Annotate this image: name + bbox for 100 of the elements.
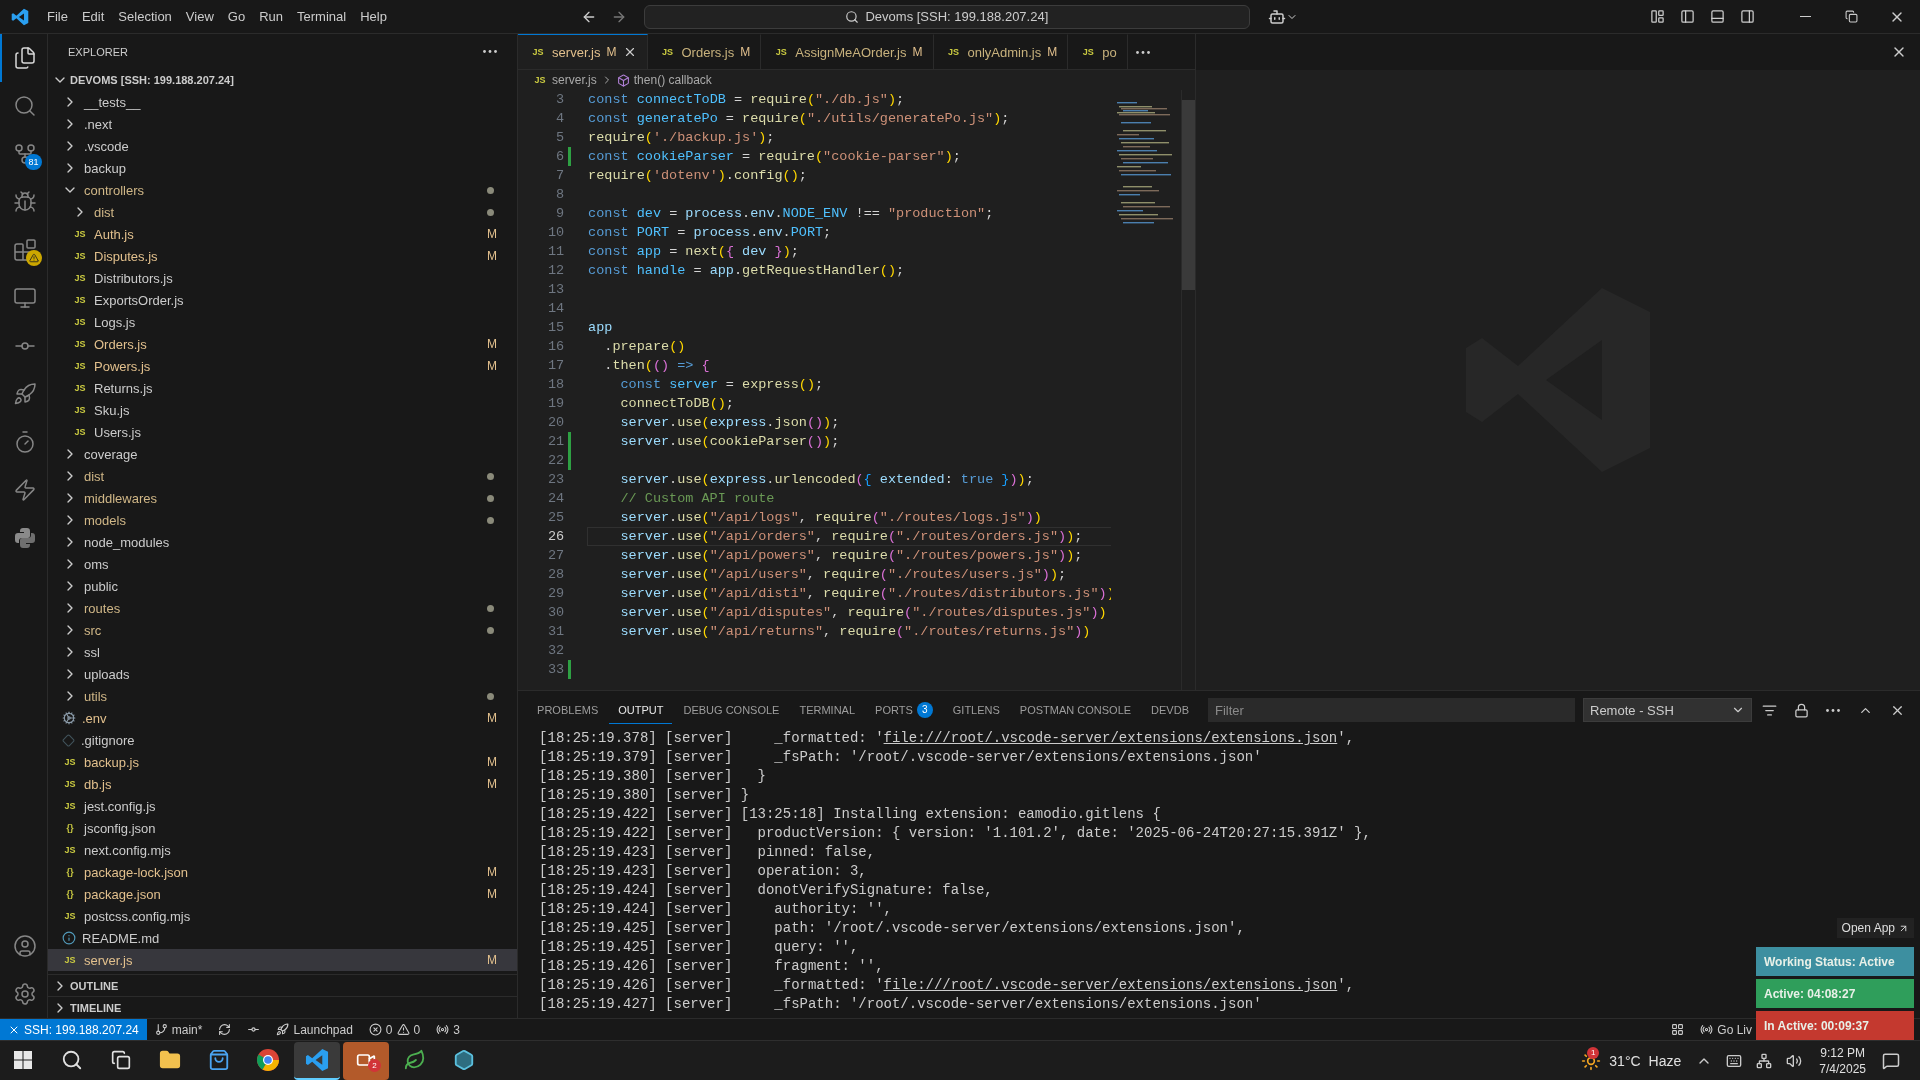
file-type-icon: JS	[72, 339, 88, 349]
taskbar-button[interactable]: 2	[343, 1041, 389, 1080]
layout-icon	[1649, 9, 1665, 24]
panel-tab[interactable]: PORTS 3	[866, 696, 942, 724]
output-line: [18:25:19.426] [server] fragment: '',	[539, 957, 884, 976]
panel-tab[interactable]: TERMINAL	[790, 696, 865, 724]
tree-file-entry[interactable]: JS postcss.config.mjs	[48, 905, 518, 927]
changes-dot	[487, 516, 495, 524]
menu-item[interactable]: View	[178, 5, 221, 28]
tree-folder-entry[interactable]: .vscode	[48, 135, 518, 157]
tree-file-entry[interactable]: JS backup.js M	[48, 751, 518, 773]
file-type-icon: JS	[1080, 47, 1097, 57]
panel-tab[interactable]: OUTPUT	[609, 696, 673, 724]
problems-indicator[interactable]: 0 0	[360, 1018, 429, 1041]
menu-item[interactable]: Go	[220, 5, 253, 28]
tree-file-entry[interactable]: JS Users.js	[48, 421, 518, 443]
tree-folder-entry[interactable]: coverage	[48, 443, 518, 465]
panel-tab[interactable]: DEBUG CONSOLE	[674, 696, 789, 724]
modified-mark: M	[487, 337, 498, 351]
file-name: jsconfig.json	[84, 820, 157, 836]
tree-folder-entry[interactable]: dist	[48, 201, 518, 223]
tree-file-entry[interactable]: README.md	[48, 927, 518, 949]
tree-folder-entry[interactable]: node_modules	[48, 531, 518, 553]
scrollbar-thumb[interactable]	[1182, 100, 1196, 290]
tree-folder-entry[interactable]: __tests__	[48, 91, 518, 113]
line-number: 30	[546, 605, 565, 620]
tree-folder-entry[interactable]: src	[48, 619, 518, 641]
remote-indicator[interactable]: SSH: 199.188.207.24	[0, 1018, 147, 1041]
panel-tab[interactable]: PROBLEMS	[528, 696, 608, 724]
channel-dropdown[interactable]: Remote - SSH	[1583, 698, 1752, 722]
breadcrumb-item[interactable]: then() callback	[633, 73, 712, 87]
ports-indicator[interactable]: 3	[428, 1018, 468, 1041]
editor-tab[interactable]: JS server.js M	[518, 34, 648, 69]
modified-mark: M	[487, 755, 498, 769]
output-line: [18:25:19.423] [server] operation: 3,	[539, 862, 867, 881]
tree-file-entry[interactable]: JS db.js M	[48, 773, 518, 795]
branch-indicator[interactable]: main*	[146, 1018, 211, 1041]
command-center[interactable]: Devoms [SSH: 199.188.207.24]	[643, 4, 1250, 29]
tree-folder-entry[interactable]: uploads	[48, 663, 518, 685]
menu-item[interactable]: File	[40, 5, 75, 28]
tree-folder-entry[interactable]: routes	[48, 597, 518, 619]
tree-file-entry[interactable]: .env M	[48, 707, 518, 729]
tree-file-entry[interactable]: JS Auth.js M	[48, 223, 518, 245]
tree-folder-entry[interactable]: dist	[48, 465, 518, 487]
open-app-button[interactable]: Open App	[1836, 918, 1914, 938]
section-header[interactable]: OUTLINE	[48, 974, 518, 996]
tree-folder-entry[interactable]: controllers	[48, 179, 518, 201]
menu-item[interactable]: Selection	[111, 5, 179, 28]
folder-name: ssl	[84, 644, 101, 660]
file-link[interactable]: file:///root/.vscode-server/extensions/extensions.json	[883, 977, 1338, 993]
panel-tab[interactable]: GITLENS	[943, 696, 1009, 724]
modified-mark: M	[912, 45, 923, 59]
breadcrumb-item[interactable]: server.js	[552, 73, 597, 87]
tree-folder-entry[interactable]: ssl	[48, 641, 518, 663]
app-logo-icon	[11, 7, 29, 26]
output-line: [18:25:19.422] [server] [13:25:18] Installing extension: eamodio.gitlens {	[539, 805, 1161, 824]
workspace-header[interactable]: DEVOMS [SSH: 199.188.207.24]	[48, 69, 518, 91]
tree-file-entry[interactable]: JS Sku.js	[48, 399, 518, 421]
tree-file-entry[interactable]: JS Logs.js	[48, 311, 518, 333]
tree-file-entry[interactable]: {} package.json M	[48, 883, 518, 905]
menu-item[interactable]: Terminal	[290, 5, 354, 28]
tree-file-entry[interactable]: JS Returns.js	[48, 377, 518, 399]
taskbar-button[interactable]	[294, 1041, 340, 1080]
tree-file-entry[interactable]: JS Distributors.js	[48, 267, 518, 289]
launchpad-button[interactable]: Launchpad	[268, 1018, 361, 1041]
changes-dot	[487, 626, 495, 634]
tree-file-entry[interactable]: JS ExportsOrder.js	[48, 289, 518, 311]
folder-name: dist	[84, 468, 106, 484]
tree-file-entry[interactable]: JS next.config.mjs	[48, 839, 518, 861]
tree-file-entry[interactable]: JS Powers.js M	[48, 355, 518, 377]
tree-folder-entry[interactable]: oms	[48, 553, 518, 575]
tree-folder-entry[interactable]: public	[48, 575, 518, 597]
menu-item[interactable]: Edit	[74, 5, 112, 28]
tree-file-entry[interactable]: JS Orders.js M	[48, 333, 518, 355]
section-header[interactable]: TIMELINE	[48, 996, 518, 1018]
tree-file-entry[interactable]: .gitignore	[48, 729, 518, 751]
menu-item[interactable]: Help	[353, 5, 394, 28]
modified-mark: M	[487, 887, 498, 901]
file-type-icon: JS	[72, 383, 88, 393]
tree-file-entry[interactable]: JS jest.config.js	[48, 795, 518, 817]
menu-item[interactable]: Run	[252, 5, 290, 28]
tree-folder-entry[interactable]: utils	[48, 685, 518, 707]
tree-folder-entry[interactable]: models	[48, 509, 518, 531]
filter-field[interactable]: Filter	[1208, 698, 1575, 722]
panel-tab[interactable]: DEVDB	[1142, 696, 1198, 724]
tree-file-entry[interactable]: JS server.js M	[48, 949, 518, 971]
task-view-icon	[111, 1049, 131, 1070]
folder-name: coverage	[84, 446, 139, 462]
tree-file-entry[interactable]: {} jsconfig.json	[48, 817, 518, 839]
file-link[interactable]: file:///root/.vscode-server/extensions/extensions.json	[883, 730, 1338, 746]
file-type-icon: JS	[62, 779, 78, 789]
tree-folder-entry[interactable]: middlewares	[48, 487, 518, 509]
clock[interactable]: 9:12 PM 7/4/2025	[1809, 1044, 1876, 1077]
line-number: 9	[555, 206, 565, 221]
tree-folder-entry[interactable]: backup	[48, 157, 518, 179]
activity-button[interactable]: 81	[0, 130, 48, 178]
tree-file-entry[interactable]: {} package-lock.json M	[48, 861, 518, 883]
tree-file-entry[interactable]: JS Disputes.js M	[48, 245, 518, 267]
tree-folder-entry[interactable]: .next	[48, 113, 518, 135]
panel-tab[interactable]: POSTMAN CONSOLE	[1010, 696, 1141, 724]
